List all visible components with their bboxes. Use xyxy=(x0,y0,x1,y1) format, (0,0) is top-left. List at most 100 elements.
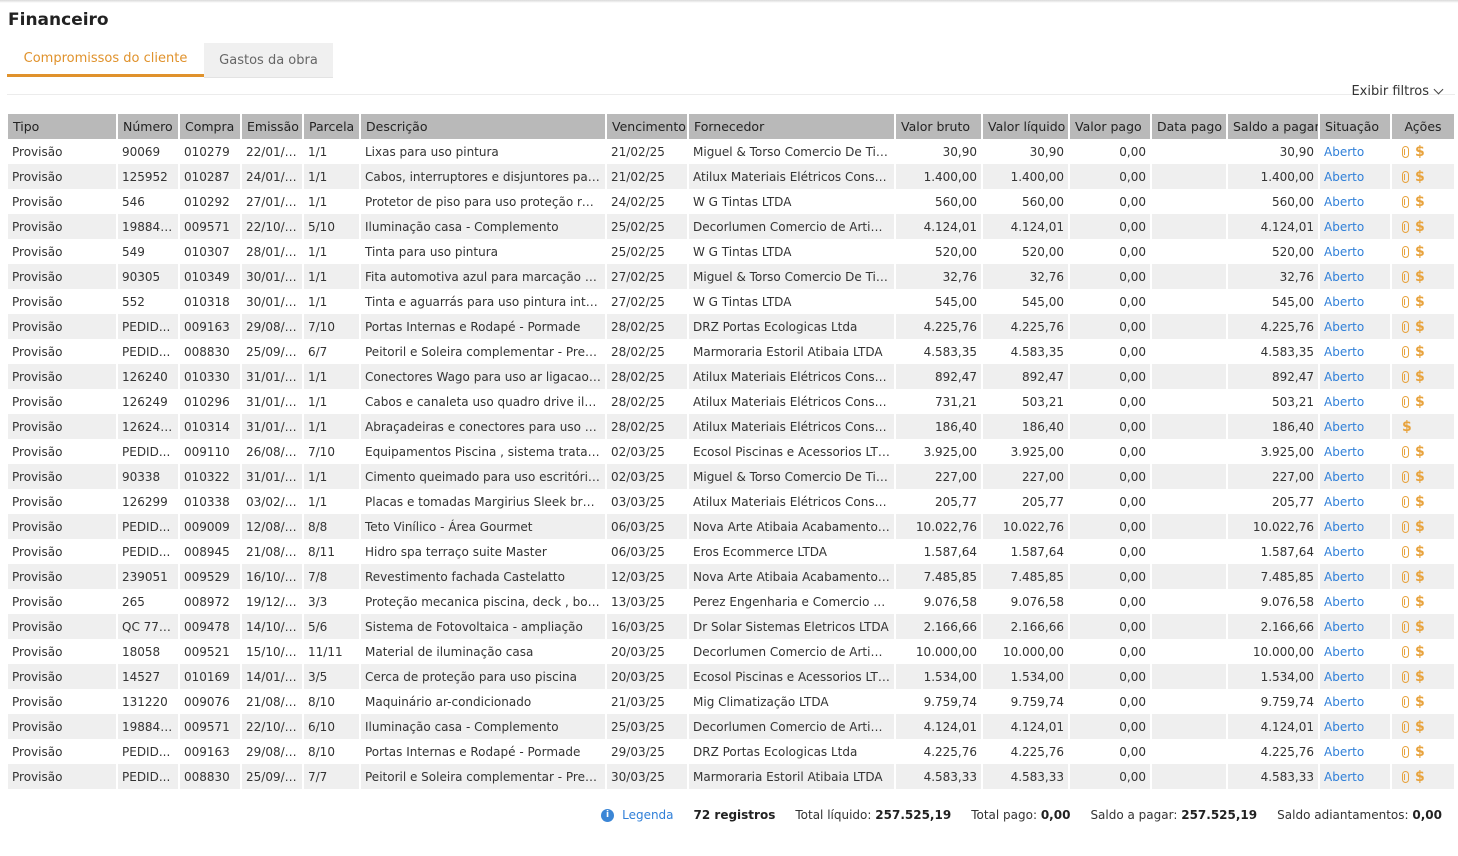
payment-dollar-icon[interactable]: $ xyxy=(1415,195,1425,209)
payment-dollar-icon[interactable]: $ xyxy=(1415,295,1425,309)
attachment-icon[interactable] xyxy=(1402,220,1409,233)
attachment-icon[interactable] xyxy=(1402,470,1409,483)
cell-situacao[interactable]: Aberto xyxy=(1320,539,1392,564)
payment-dollar-icon[interactable]: $ xyxy=(1415,170,1425,184)
col-numero[interactable]: Número xyxy=(118,114,180,139)
payment-dollar-icon[interactable]: $ xyxy=(1415,545,1425,559)
attachment-icon[interactable] xyxy=(1402,770,1409,783)
col-fornecedor[interactable]: Fornecedor xyxy=(689,114,896,139)
payment-dollar-icon[interactable]: $ xyxy=(1415,645,1425,659)
attachment-icon[interactable] xyxy=(1402,370,1409,383)
attachment-icon[interactable] xyxy=(1402,570,1409,583)
attachment-icon[interactable] xyxy=(1402,520,1409,533)
attachment-icon[interactable] xyxy=(1402,745,1409,758)
table-row[interactable]: Provisão 239051 009529 16/10/24 7/8 Revestime… xyxy=(8,564,1454,589)
table-row[interactable]: Provisão 549 010307 28/01/25 1/1 Tinta para u… xyxy=(8,239,1454,264)
payment-dollar-icon[interactable]: $ xyxy=(1415,670,1425,684)
table-row[interactable]: Provisão QC 7711 009478 14/10/24 5/6 Sistema … xyxy=(8,614,1454,639)
cell-situacao[interactable]: Aberto xyxy=(1320,739,1392,764)
payment-dollar-icon[interactable]: $ xyxy=(1415,770,1425,784)
cell-situacao[interactable]: Aberto xyxy=(1320,689,1392,714)
table-row[interactable]: Provisão 126240 010330 31/01/25 1/1 Conectore… xyxy=(8,364,1454,389)
table-row[interactable]: Provisão 126249 010296 31/01/25 1/1 Cabos e c… xyxy=(8,389,1454,414)
table-row[interactable]: Provisão 19884.... 009571 22/10/24 5/10 Ilumi… xyxy=(8,214,1454,239)
table-row[interactable]: Provisão 126299 010338 03/02/25 1/1 Placas e … xyxy=(8,489,1454,514)
table-row[interactable]: Provisão PEDID... 009163 29/08/24 7/10 Portas… xyxy=(8,314,1454,339)
col-valor-pago[interactable]: Valor pago xyxy=(1070,114,1152,139)
attachment-icon[interactable] xyxy=(1402,720,1409,733)
table-row[interactable]: Provisão 19884.... 009571 22/10/24 6/10 Ilumi… xyxy=(8,714,1454,739)
payment-dollar-icon[interactable]: $ xyxy=(1415,595,1425,609)
payment-dollar-icon[interactable]: $ xyxy=(1415,145,1425,159)
cell-situacao[interactable]: Aberto xyxy=(1320,314,1392,339)
table-row[interactable]: Provisão PEDID... 008830 25/09/24 7/7 Peitori… xyxy=(8,764,1454,789)
cell-situacao[interactable]: Aberto xyxy=(1320,239,1392,264)
cell-situacao[interactable]: Aberto xyxy=(1320,139,1392,164)
cell-situacao[interactable]: Aberto xyxy=(1320,264,1392,289)
attachment-icon[interactable] xyxy=(1402,195,1409,208)
col-valor-liquido[interactable]: Valor líquido xyxy=(983,114,1070,139)
table-row[interactable]: Provisão 14527 010169 14/01/25 3/5 Cerca de p… xyxy=(8,664,1454,689)
cell-situacao[interactable]: Aberto xyxy=(1320,614,1392,639)
cell-situacao[interactable]: Aberto xyxy=(1320,214,1392,239)
payment-dollar-icon[interactable]: $ xyxy=(1415,495,1425,509)
cell-situacao[interactable]: Aberto xyxy=(1320,564,1392,589)
cell-situacao[interactable]: Aberto xyxy=(1320,289,1392,314)
payment-dollar-icon[interactable]: $ xyxy=(1415,720,1425,734)
payment-dollar-icon[interactable]: $ xyxy=(1415,270,1425,284)
payment-dollar-icon[interactable]: $ xyxy=(1402,420,1412,434)
payment-dollar-icon[interactable]: $ xyxy=(1415,445,1425,459)
payment-dollar-icon[interactable]: $ xyxy=(1415,570,1425,584)
cell-situacao[interactable]: Aberto xyxy=(1320,439,1392,464)
attachment-icon[interactable] xyxy=(1402,270,1409,283)
attachment-icon[interactable] xyxy=(1402,320,1409,333)
col-tipo[interactable]: Tipo xyxy=(8,114,118,139)
col-situacao[interactable]: Situação xyxy=(1320,114,1392,139)
cell-situacao[interactable]: Aberto xyxy=(1320,464,1392,489)
table-row[interactable]: Provisão PEDID... 008945 21/08/24 8/11 Hidro … xyxy=(8,539,1454,564)
table-row[interactable]: Provisão 552 010318 30/01/25 1/1 Tinta e agua… xyxy=(8,289,1454,314)
table-row[interactable]: Provisão PEDID... 009009 12/08/24 8/8 Teto Vi… xyxy=(8,514,1454,539)
attachment-icon[interactable] xyxy=(1402,695,1409,708)
cell-situacao[interactable]: Aberto xyxy=(1320,639,1392,664)
attachment-icon[interactable] xyxy=(1402,645,1409,658)
cell-situacao[interactable]: Aberto xyxy=(1320,189,1392,214)
attachment-icon[interactable] xyxy=(1402,145,1409,158)
tab-gastos[interactable]: Gastos da obra xyxy=(204,43,333,78)
payment-dollar-icon[interactable]: $ xyxy=(1415,520,1425,534)
attachment-icon[interactable] xyxy=(1402,495,1409,508)
payment-dollar-icon[interactable]: $ xyxy=(1415,345,1425,359)
table-row[interactable]: Provisão 90338 010322 31/01/25 1/1 Cimento qu… xyxy=(8,464,1454,489)
cell-situacao[interactable]: Aberto xyxy=(1320,414,1392,439)
payment-dollar-icon[interactable]: $ xyxy=(1415,220,1425,234)
col-vencimento[interactable]: Vencimento xyxy=(607,114,689,139)
attachment-icon[interactable] xyxy=(1402,620,1409,633)
col-descricao[interactable]: Descrição xyxy=(361,114,607,139)
attachment-icon[interactable] xyxy=(1402,445,1409,458)
tab-compromissos[interactable]: Compromissos do cliente xyxy=(7,42,204,77)
cell-situacao[interactable]: Aberto xyxy=(1320,389,1392,414)
col-parcela[interactable]: Parcela xyxy=(304,114,361,139)
table-row[interactable]: Provisão 131220 009076 21/08/24 8/10 Maquinár… xyxy=(8,689,1454,714)
cell-situacao[interactable]: Aberto xyxy=(1320,489,1392,514)
cell-situacao[interactable]: Aberto xyxy=(1320,364,1392,389)
col-data-pago[interactable]: Data pago xyxy=(1152,114,1228,139)
table-row[interactable]: Provisão 90069 010279 22/01/25 1/1 Lixas para… xyxy=(8,139,1454,164)
payment-dollar-icon[interactable]: $ xyxy=(1415,470,1425,484)
payment-dollar-icon[interactable]: $ xyxy=(1415,370,1425,384)
table-row[interactable]: Provisão 546 010292 27/01/25 1/1 Protetor de … xyxy=(8,189,1454,214)
payment-dollar-icon[interactable]: $ xyxy=(1415,695,1425,709)
table-row[interactable]: Provisão PEDID... 009163 29/08/24 8/10 Portas… xyxy=(8,739,1454,764)
col-valor-bruto[interactable]: Valor bruto xyxy=(896,114,983,139)
col-compra[interactable]: Compra xyxy=(180,114,242,139)
table-row[interactable]: Provisão 90305 010349 30/01/25 1/1 Fita autom… xyxy=(8,264,1454,289)
cell-situacao[interactable]: Aberto xyxy=(1320,514,1392,539)
cell-situacao[interactable]: Aberto xyxy=(1320,164,1392,189)
payment-dollar-icon[interactable]: $ xyxy=(1415,620,1425,634)
table-row[interactable]: Provisão 125952 010287 24/01/25 1/1 Cabos, in… xyxy=(8,164,1454,189)
table-row[interactable]: Provisão 126249A 010314 31/01/25 1/1 Abraçade… xyxy=(8,414,1454,439)
table-row[interactable]: Provisão PEDID... 009110 26/08/24 7/10 Equipa… xyxy=(8,439,1454,464)
table-row[interactable]: Provisão 18058 009521 15/10/24 11/11 Material… xyxy=(8,639,1454,664)
attachment-icon[interactable] xyxy=(1402,595,1409,608)
table-row[interactable]: Provisão 265 008972 19/12/24 3/3 Proteção mec… xyxy=(8,589,1454,614)
